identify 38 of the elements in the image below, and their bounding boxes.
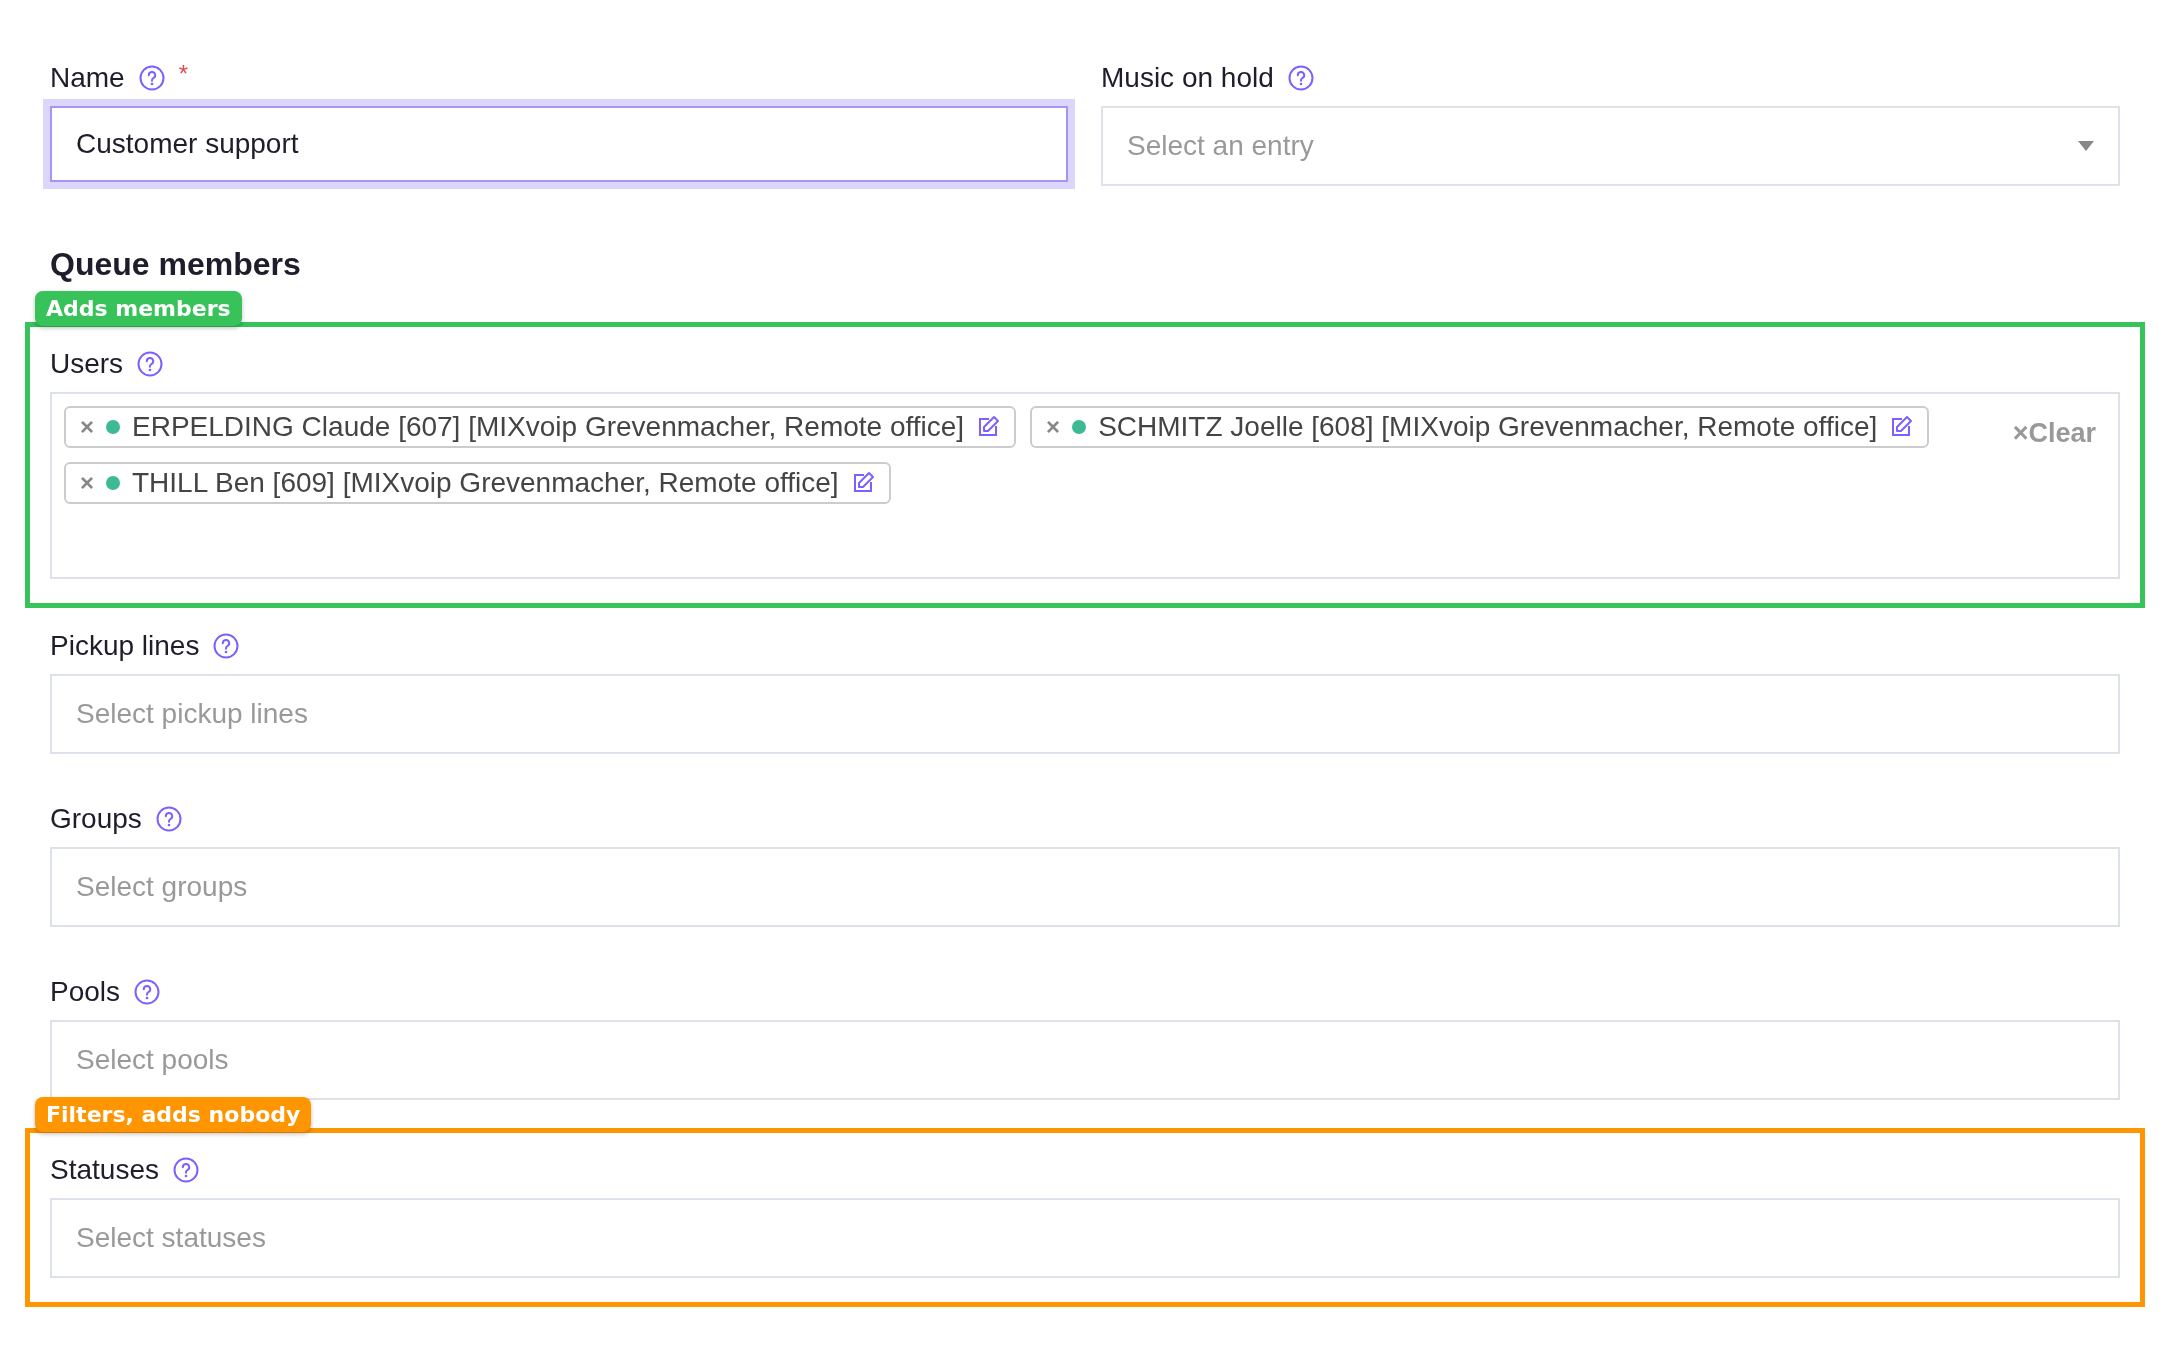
edit-icon[interactable] bbox=[976, 415, 1001, 439]
multiselect-field[interactable]: Select pools bbox=[50, 1020, 2120, 1100]
multiselect-field[interactable]: Select pickup lines bbox=[50, 674, 2120, 754]
tag-label: THILL Ben [609] [MIXvoip Grevenmacher, Remote office] bbox=[132, 467, 839, 499]
remove-button[interactable]: × bbox=[80, 413, 94, 441]
status-dot bbox=[106, 420, 120, 434]
field-label: Pickup lines bbox=[50, 630, 200, 662]
help-icon[interactable] bbox=[213, 633, 240, 659]
dropdown-field[interactable]: Select an entry bbox=[1101, 106, 2120, 186]
status-dot bbox=[106, 476, 120, 490]
help-icon[interactable] bbox=[137, 351, 164, 377]
annotation-badge: Filters, adds nobody bbox=[35, 1097, 312, 1132]
remove-button[interactable]: × bbox=[1046, 413, 1061, 441]
edit-icon[interactable] bbox=[1889, 415, 1914, 439]
section-heading: Queue members bbox=[50, 246, 302, 282]
caret-icon bbox=[2078, 141, 2094, 151]
help-icon[interactable] bbox=[138, 65, 165, 91]
multiselect-field[interactable]: Select statuses bbox=[50, 1198, 2120, 1278]
remove-button[interactable]: × bbox=[80, 469, 94, 497]
field-label: Music on hold bbox=[1101, 62, 1274, 94]
annotation-badge: Adds members bbox=[35, 291, 242, 326]
tag-input-field[interactable]: × ERPELDING Claude [607] [MIXvoip Grevenmacher, Remote office] × SCHMITZ Joelle [608] [MIXvoip Grevenmacher, Remote office] × THILL Ben [609] [MIXvoip Grevenmacher, Remote office] ×Clear bbox=[50, 392, 2120, 579]
clear-button[interactable]: ×Clear bbox=[2012, 418, 2096, 449]
required-mark: * bbox=[178, 60, 189, 88]
multiselect-field[interactable]: Select groups bbox=[50, 847, 2120, 927]
field-label: Statuses bbox=[50, 1154, 159, 1186]
tag-label: ERPELDING Claude [607] [MIXvoip Grevenmacher, Remote office] bbox=[132, 411, 965, 443]
field-label: Pools bbox=[50, 976, 121, 1008]
tag-label: SCHMITZ Joelle [608] [MIXvoip Grevenmacher, Remote office] bbox=[1098, 411, 1878, 443]
field-label: Users bbox=[50, 348, 124, 380]
help-icon[interactable] bbox=[172, 1157, 199, 1183]
text-field[interactable]: Customer support bbox=[50, 106, 1068, 182]
help-icon[interactable] bbox=[1287, 65, 1314, 91]
status-dot bbox=[1072, 420, 1087, 434]
help-icon[interactable] bbox=[155, 806, 182, 832]
help-icon[interactable] bbox=[134, 979, 161, 1005]
field-label: Groups bbox=[50, 803, 142, 835]
field-label: Name bbox=[50, 62, 125, 94]
